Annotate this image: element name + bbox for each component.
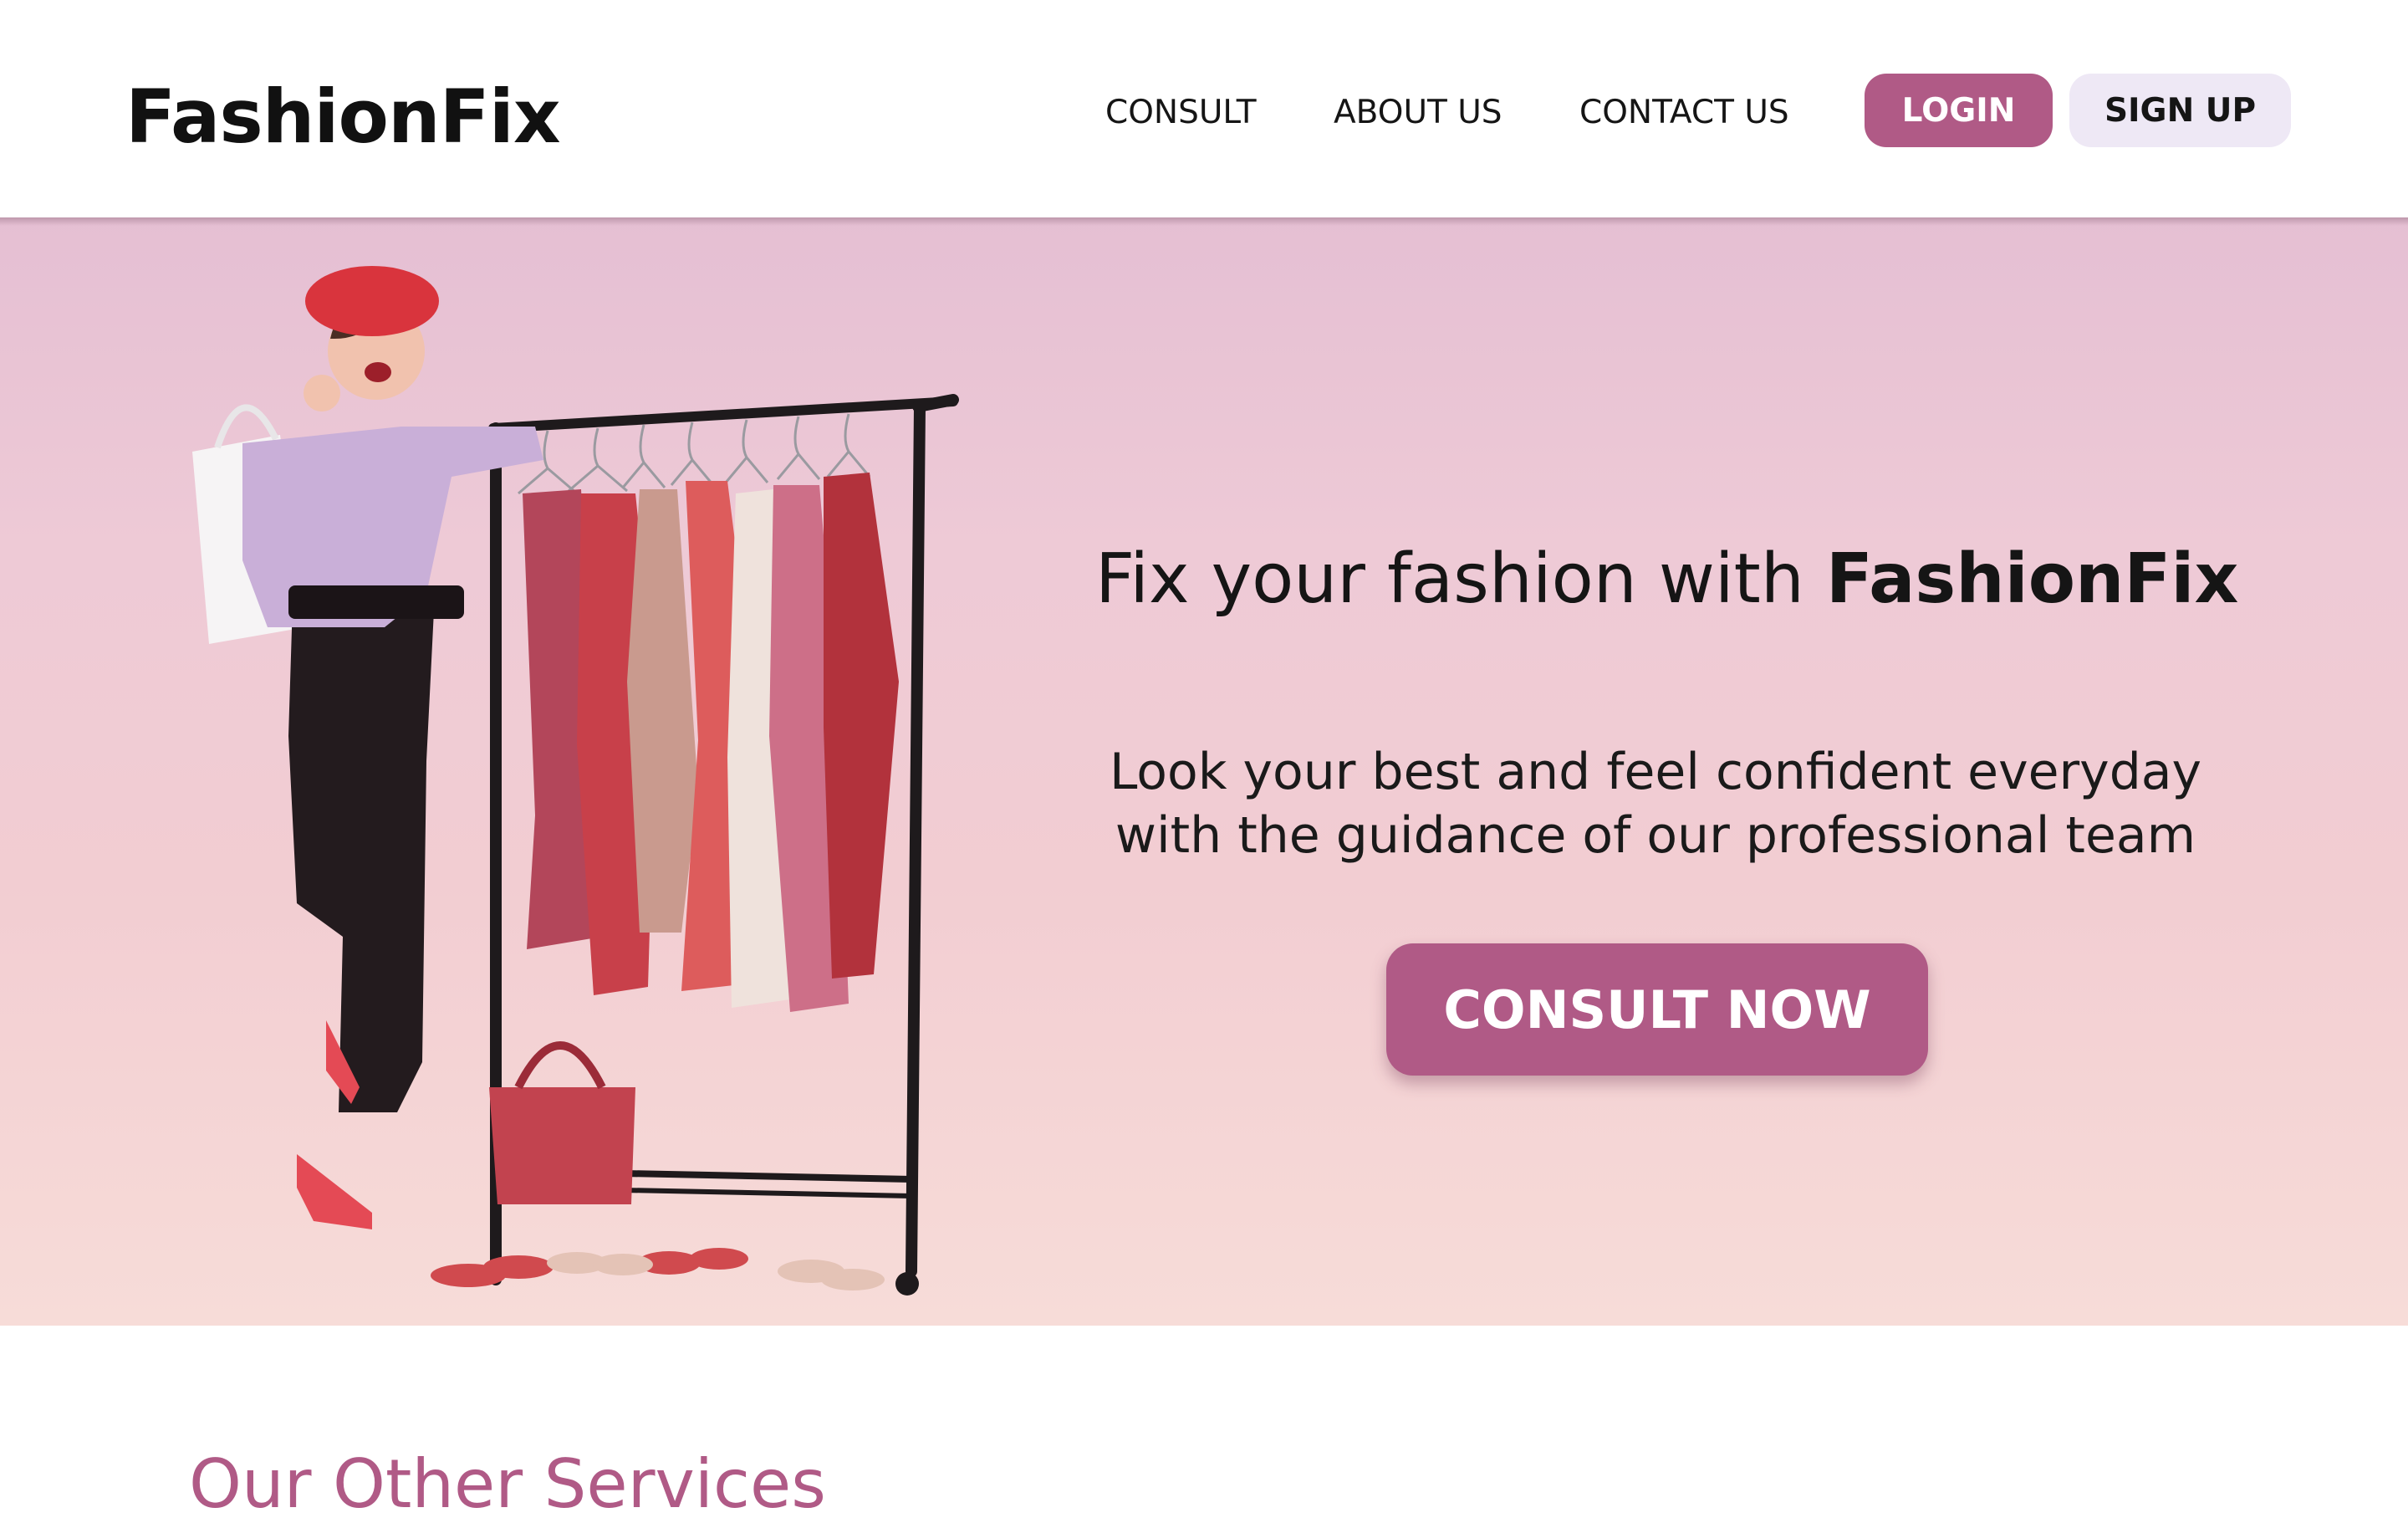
- woman-with-clothing-rack-image: [192, 266, 959, 1296]
- hero-title: Fix your fashion with FashionFix: [1095, 539, 2238, 619]
- hero-subtitle-line-2: with the guidance of our professional te…: [1115, 806, 2196, 865]
- services-section-title: Our Other Services: [189, 1445, 826, 1523]
- hero-subtitle: Look your best and feel confident everyd…: [1095, 740, 2216, 867]
- nav-link-contact-us[interactable]: CONTACT US: [1579, 94, 1789, 131]
- hero-title-brand: FashionFix: [1825, 539, 2239, 619]
- consult-now-button[interactable]: CONSULT NOW: [1386, 943, 1928, 1076]
- hero-title-prefix: Fix your fashion with: [1095, 539, 1826, 619]
- login-button[interactable]: LOGIN: [1865, 74, 2053, 147]
- consult-now-button-label: CONSULT NOW: [1443, 979, 1871, 1040]
- hero-subtitle-line-1: Look your best and feel confident everyd…: [1109, 743, 2202, 801]
- top-navigation-bar: FashionFix CONSULT ABOUT US CONTACT US L…: [0, 0, 2408, 226]
- nav-link-consult[interactable]: CONSULT: [1105, 94, 1257, 131]
- signup-button[interactable]: SIGN UP: [2069, 74, 2291, 147]
- hero-section: Fix your fashion with FashionFix Look yo…: [0, 217, 2408, 1326]
- nav-link-about-us[interactable]: ABOUT US: [1334, 94, 1502, 131]
- brand-logo[interactable]: FashionFix: [125, 74, 561, 160]
- login-button-label: LOGIN: [1901, 91, 2016, 130]
- signup-button-label: SIGN UP: [2104, 91, 2257, 130]
